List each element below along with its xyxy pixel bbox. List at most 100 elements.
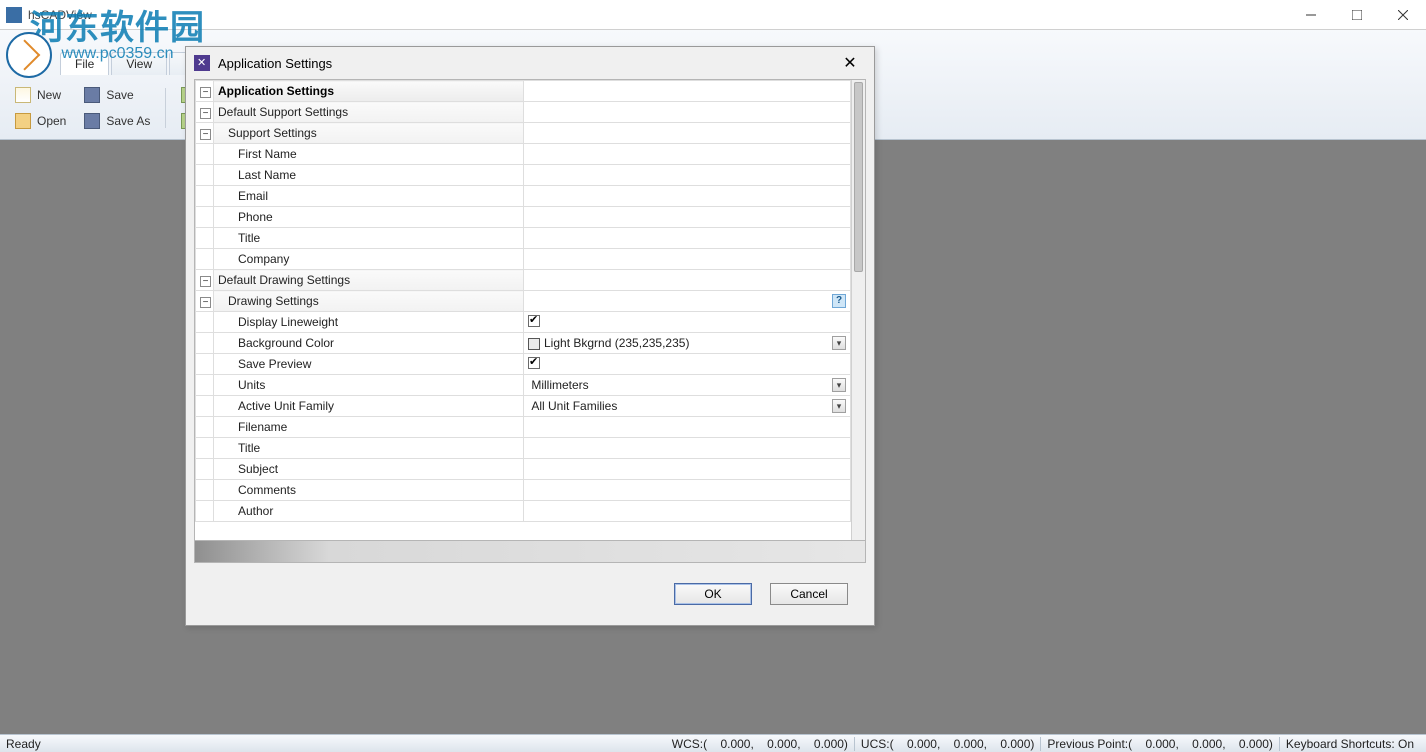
row-phone[interactable]: Phone bbox=[196, 207, 851, 228]
collapse-icon[interactable]: − bbox=[200, 108, 211, 119]
row-subject[interactable]: Subject bbox=[196, 459, 851, 480]
new-label: New bbox=[37, 88, 61, 102]
dialog-titlebar[interactable]: Application Settings ✕ bbox=[186, 47, 874, 79]
row-email[interactable]: Email bbox=[196, 186, 851, 207]
scrollbar-thumb[interactable] bbox=[854, 82, 863, 272]
cell-app-settings: Application Settings bbox=[214, 81, 524, 102]
cell-title: Title bbox=[214, 228, 524, 249]
value-first-name[interactable] bbox=[524, 144, 851, 165]
cell-default-support: Default Support Settings bbox=[214, 102, 524, 123]
saveas-icon bbox=[84, 113, 100, 129]
row-title2[interactable]: Title bbox=[196, 438, 851, 459]
row-save-preview[interactable]: Save Preview bbox=[196, 354, 851, 375]
cell-default-drawing: Default Drawing Settings bbox=[214, 270, 524, 291]
dialog-title: Application Settings bbox=[218, 56, 332, 71]
row-comments[interactable]: Comments bbox=[196, 480, 851, 501]
value-active-unit-family[interactable]: All Unit Families ▾ bbox=[524, 396, 851, 417]
row-application-settings[interactable]: −Application Settings bbox=[196, 81, 851, 102]
row-first-name[interactable]: First Name bbox=[196, 144, 851, 165]
color-swatch-icon bbox=[528, 338, 540, 350]
dialog-close-button[interactable]: ✕ bbox=[834, 53, 866, 73]
value-subject[interactable] bbox=[524, 459, 851, 480]
value-units[interactable]: Millimeters▾ bbox=[524, 375, 851, 396]
new-button[interactable]: New bbox=[8, 83, 73, 107]
row-title[interactable]: Title bbox=[196, 228, 851, 249]
collapse-icon[interactable]: − bbox=[200, 276, 211, 287]
row-author[interactable]: Author bbox=[196, 501, 851, 522]
cell-comments: Comments bbox=[214, 480, 524, 501]
close-button[interactable] bbox=[1380, 0, 1426, 30]
display-lineweight-checkbox[interactable] bbox=[528, 315, 540, 327]
save-icon bbox=[84, 87, 100, 103]
row-background-color[interactable]: Background ColorLight Bkgrnd (235,235,23… bbox=[196, 333, 851, 354]
dropdown-icon[interactable]: ▾ bbox=[832, 378, 846, 392]
value-filename[interactable] bbox=[524, 417, 851, 438]
status-ready: Ready bbox=[6, 737, 41, 751]
app-icon bbox=[6, 7, 22, 23]
cell-phone: Phone bbox=[214, 207, 524, 228]
row-company[interactable]: Company bbox=[196, 249, 851, 270]
dialog-icon bbox=[194, 55, 210, 71]
status-shortcuts: Keyboard Shortcuts: On bbox=[1280, 737, 1420, 751]
save-preview-checkbox[interactable] bbox=[528, 357, 540, 369]
cell-last-name: Last Name bbox=[214, 165, 524, 186]
open-label: Open bbox=[37, 114, 66, 128]
application-settings-dialog: Application Settings ✕ −Application Sett… bbox=[185, 46, 875, 626]
row-units[interactable]: Units Millimeters▾ bbox=[196, 375, 851, 396]
maximize-button[interactable] bbox=[1334, 0, 1380, 30]
value-author[interactable] bbox=[524, 501, 851, 522]
open-button[interactable]: Open bbox=[8, 109, 73, 133]
tab-file[interactable]: File bbox=[60, 52, 109, 75]
row-default-drawing[interactable]: −Default Drawing Settings bbox=[196, 270, 851, 291]
cell-background-color: Background Color bbox=[214, 333, 524, 354]
value-title2[interactable] bbox=[524, 438, 851, 459]
row-last-name[interactable]: Last Name bbox=[196, 165, 851, 186]
cell-units: Units bbox=[214, 375, 524, 396]
value-phone[interactable] bbox=[524, 207, 851, 228]
value-title[interactable] bbox=[524, 228, 851, 249]
ok-button[interactable]: OK bbox=[674, 583, 752, 605]
auf-text: All Unit Families bbox=[531, 399, 617, 413]
dropdown-icon[interactable]: ▾ bbox=[832, 399, 846, 413]
row-support-settings[interactable]: −Support Settings bbox=[196, 123, 851, 144]
value-comments[interactable] bbox=[524, 480, 851, 501]
value-last-name[interactable] bbox=[524, 165, 851, 186]
row-filename[interactable]: Filename bbox=[196, 417, 851, 438]
cell-author: Author bbox=[214, 501, 524, 522]
cell-display-lineweight: Display Lineweight bbox=[214, 312, 524, 333]
save-button[interactable]: Save bbox=[77, 83, 157, 107]
collapse-icon[interactable]: − bbox=[200, 87, 211, 98]
status-ucs: UCS:( 0.000, 0.000, 0.000) bbox=[855, 737, 1041, 751]
status-bar: Ready WCS:( 0.000, 0.000, 0.000) UCS:( 0… bbox=[0, 734, 1426, 752]
saveas-button[interactable]: Save As bbox=[77, 109, 157, 133]
description-bar bbox=[194, 541, 866, 563]
cell-drawing-settings: Drawing Settings bbox=[214, 291, 524, 312]
new-file-icon bbox=[15, 87, 31, 103]
cell-subject: Subject bbox=[214, 459, 524, 480]
saveas-label: Save As bbox=[106, 114, 150, 128]
status-prev-point: Previous Point:( 0.000, 0.000, 0.000) bbox=[1041, 737, 1280, 751]
grid-scrollbar[interactable] bbox=[851, 80, 865, 540]
row-active-unit-family[interactable]: Active Unit Family All Unit Families▾ bbox=[196, 396, 851, 417]
open-folder-icon bbox=[15, 113, 31, 129]
collapse-icon[interactable]: − bbox=[200, 297, 211, 308]
tab-view[interactable]: View bbox=[111, 52, 167, 75]
value-background-color[interactable]: Light Bkgrnd (235,235,235) ▾ bbox=[524, 333, 851, 354]
value-company[interactable] bbox=[524, 249, 851, 270]
help-icon[interactable]: ? bbox=[832, 294, 846, 308]
row-default-support[interactable]: −Default Support Settings bbox=[196, 102, 851, 123]
cell-company: Company bbox=[214, 249, 524, 270]
cell-first-name: First Name bbox=[214, 144, 524, 165]
bg-color-text: Light Bkgrnd (235,235,235) bbox=[544, 336, 689, 350]
save-label: Save bbox=[106, 88, 133, 102]
dropdown-icon[interactable]: ▾ bbox=[832, 336, 846, 350]
row-display-lineweight[interactable]: Display Lineweight bbox=[196, 312, 851, 333]
main-titlebar: hsCADView bbox=[0, 0, 1426, 30]
cell-title2: Title bbox=[214, 438, 524, 459]
minimize-button[interactable] bbox=[1288, 0, 1334, 30]
value-email[interactable] bbox=[524, 186, 851, 207]
collapse-icon[interactable]: − bbox=[200, 129, 211, 140]
row-drawing-settings[interactable]: −Drawing Settings? bbox=[196, 291, 851, 312]
cell-support-settings: Support Settings bbox=[214, 123, 524, 144]
cancel-button[interactable]: Cancel bbox=[770, 583, 848, 605]
